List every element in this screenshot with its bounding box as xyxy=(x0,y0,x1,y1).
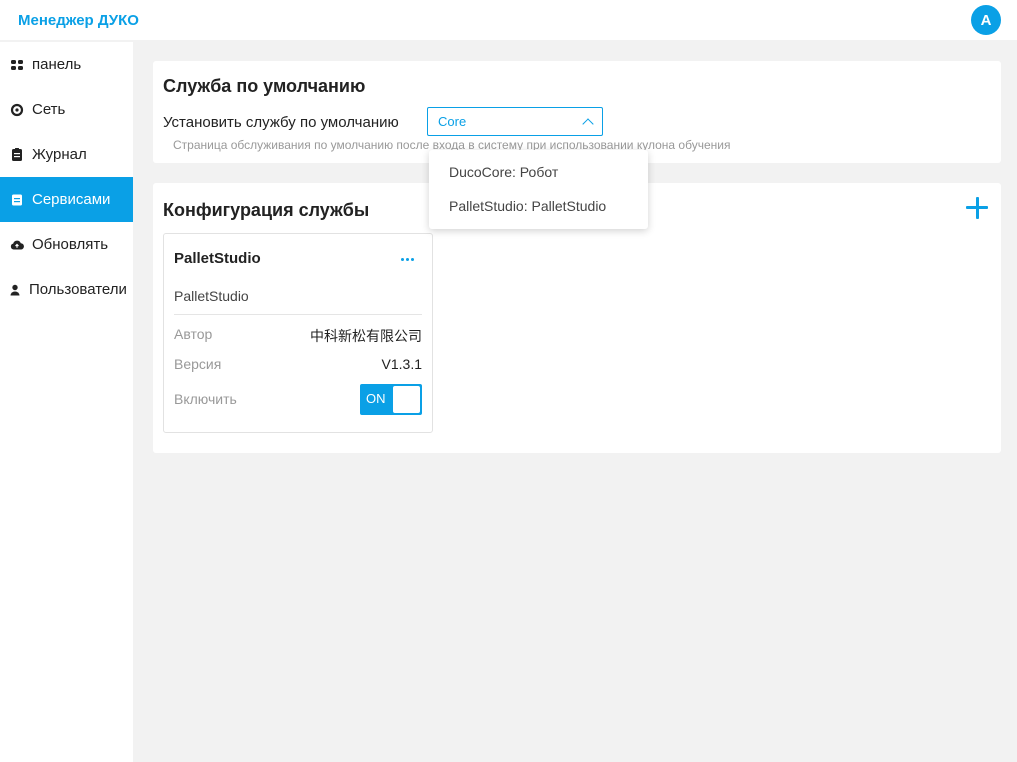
sidebar-item-label: Обновлять xyxy=(32,236,109,253)
sidebar: панель Сеть Журнал Сервисами Обновлять П… xyxy=(0,42,133,762)
sidebar-item-network[interactable]: Сеть xyxy=(0,87,133,132)
network-icon xyxy=(10,103,24,117)
app-title: Менеджер ДУКО xyxy=(18,11,139,29)
default-service-card: Служба по умолчанию Установить службу по… xyxy=(153,61,1001,163)
sidebar-item-users[interactable]: Пользователи xyxy=(0,267,133,312)
service-name: PalletStudio xyxy=(174,250,261,267)
default-service-dropdown: DucoCore: Робот PalletStudio: PalletStud… xyxy=(429,150,648,229)
avatar[interactable]: A xyxy=(971,5,1001,35)
more-options-icon[interactable] xyxy=(401,258,414,261)
sidebar-item-label: панель xyxy=(32,56,82,73)
version-label: Версия xyxy=(174,356,222,372)
sidebar-item-label: Сервисами xyxy=(32,191,111,208)
services-icon xyxy=(10,193,24,207)
sidebar-item-label: Журнал xyxy=(32,146,87,163)
divider xyxy=(174,314,422,315)
sidebar-item-label: Пользователи xyxy=(29,281,127,298)
service-config-title: Конфигурация службы xyxy=(163,200,370,220)
version-value: V1.3.1 xyxy=(381,356,422,372)
toggle-text: ON xyxy=(366,391,386,406)
enable-label: Включить xyxy=(174,391,237,407)
dropdown-option-palletstudio[interactable]: PalletStudio: PalletStudio xyxy=(429,189,648,223)
service-item-card: PalletStudio PalletStudio Автор 中科新松有限公司… xyxy=(163,233,433,433)
chevron-up-icon xyxy=(582,117,594,130)
sidebar-item-label: Сеть xyxy=(32,101,66,118)
sidebar-item-dashboard[interactable]: панель xyxy=(0,42,133,87)
dashboard-icon xyxy=(10,58,24,72)
dropdown-option-ducocore[interactable]: DucoCore: Робот xyxy=(429,155,648,189)
service-description: PalletStudio xyxy=(174,288,249,304)
toggle-knob xyxy=(393,386,420,413)
author-value: 中科新松有限公司 xyxy=(310,328,422,344)
enable-toggle[interactable]: ON xyxy=(360,384,422,415)
set-default-label: Установить службу по умолчанию xyxy=(163,114,399,131)
select-value: Core xyxy=(438,114,467,129)
default-service-select[interactable]: Core xyxy=(427,107,603,136)
top-bar: Менеджер ДУКО A xyxy=(0,0,1017,40)
add-service-button[interactable] xyxy=(961,192,993,224)
sidebar-item-services[interactable]: Сервисами xyxy=(0,177,133,222)
author-label: Автор xyxy=(174,326,213,342)
default-service-title: Служба по умолчанию xyxy=(163,76,366,96)
user-icon xyxy=(10,283,20,297)
sidebar-item-journal[interactable]: Журнал xyxy=(0,132,133,177)
cloud-update-icon xyxy=(10,238,24,252)
sidebar-item-update[interactable]: Обновлять xyxy=(0,222,133,267)
journal-icon xyxy=(10,147,24,162)
